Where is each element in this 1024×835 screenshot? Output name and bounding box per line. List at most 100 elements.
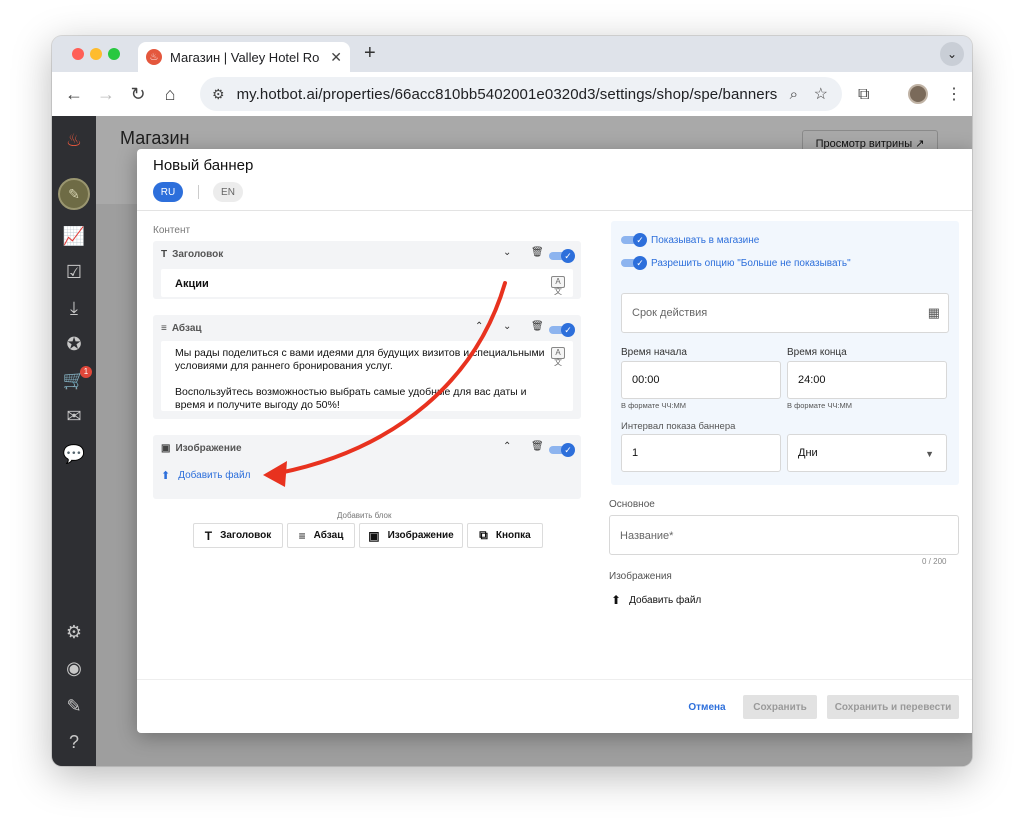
heading-block-header: T Заголовок xyxy=(161,249,223,260)
address-bar[interactable]: ⚙ my.hotbot.ai/properties/66acc810bb5402… xyxy=(200,77,842,111)
hotel-avatar[interactable]: ✎ xyxy=(58,178,90,210)
back-arrow-icon[interactable]: ← xyxy=(58,84,90,105)
settings-gear-icon[interactable]: ⚙ xyxy=(62,620,86,644)
browser-window: ♨ Магазин | Valley Hotel Rosa K ✕ + ⌄ ← … xyxy=(52,36,972,766)
tasks-check-icon[interactable]: ☑ xyxy=(62,260,86,284)
app-sidebar: ♨ ✎ 📈 ☑ ⤓ ✪ 🛒 1 ✉ 💬 ⚙ ◉ ✎ ? xyxy=(52,116,96,766)
browser-tab[interactable]: ♨ Магазин | Valley Hotel Rosa K ✕ xyxy=(138,42,350,72)
cancel-button[interactable]: Отмена xyxy=(679,695,735,719)
add-file-link-label[interactable]: Добавить файл xyxy=(178,470,250,481)
image-block-label: Изображение xyxy=(175,443,242,454)
heading-enabled-toggle[interactable]: ✓ xyxy=(549,249,575,263)
add-file-link[interactable]: ⬆ Добавить файл xyxy=(161,469,250,482)
save-and-translate-button[interactable]: Сохранить и перевести xyxy=(827,695,959,719)
show-in-shop-label[interactable]: Показывать в магазине xyxy=(651,235,759,246)
external-link-icon: ⧉ xyxy=(479,528,488,542)
text-t-icon: T xyxy=(204,528,213,543)
translate-icon[interactable]: A文 xyxy=(551,347,565,367)
collapse-chevron-icon[interactable]: ⌄ xyxy=(503,247,511,258)
inbox-download-icon[interactable]: ⤓ xyxy=(62,296,86,320)
reload-icon[interactable]: ↻ xyxy=(122,84,154,105)
edit-pencil-icon[interactable]: ✎ xyxy=(62,694,86,718)
start-time-input[interactable]: 00:00 xyxy=(621,361,781,399)
allow-dont-show-toggle[interactable]: ✓ xyxy=(621,256,647,270)
save-button[interactable]: Сохранить xyxy=(743,695,817,719)
move-up-chevron-icon[interactable]: ⌃ xyxy=(475,321,483,332)
paragraph-textarea[interactable]: Мы рады поделиться с вами идеями для буд… xyxy=(161,341,573,411)
zoom-magnifier-icon[interactable]: ⌕ xyxy=(790,86,798,103)
allow-dont-show-row[interactable]: ✓ Разрешить опцию "Больше не показывать" xyxy=(621,256,851,270)
images-section-label: Изображения xyxy=(609,571,672,582)
allow-dont-show-label[interactable]: Разрешить опцию "Больше не показывать" xyxy=(651,258,851,269)
paragraph-lines-icon: ≡ xyxy=(161,323,167,334)
maximize-window-button[interactable] xyxy=(108,48,120,60)
forward-arrow-icon[interactable]: → xyxy=(90,84,122,105)
user-profile-icon[interactable]: ◉ xyxy=(62,656,86,680)
tab-bar: ♨ Магазин | Valley Hotel Rosa K ✕ + ⌄ xyxy=(52,36,972,72)
interval-unit-select[interactable]: Дни ▼ xyxy=(787,434,947,472)
chat-icon[interactable]: 💬 xyxy=(62,442,86,466)
heading-input[interactable]: Акции A文 xyxy=(161,269,573,297)
mail-icon[interactable]: ✉ xyxy=(62,404,86,428)
delete-trash-icon[interactable]: 🗑 xyxy=(531,321,544,332)
tab-title: Магазин | Valley Hotel Rosa K xyxy=(170,49,320,65)
validity-date-field[interactable]: Срок действия ▦ xyxy=(621,293,949,333)
close-window-button[interactable] xyxy=(72,48,84,60)
upload-icon: ⬆ xyxy=(611,593,622,607)
profile-avatar[interactable] xyxy=(908,84,928,104)
interval-input[interactable]: 1 xyxy=(621,434,781,472)
flame-logo-icon[interactable]: ♨ xyxy=(62,128,86,152)
interval-label: Интервал показа баннера xyxy=(621,421,736,432)
add-button-block-button[interactable]: ⧉ Кнопка xyxy=(467,523,543,548)
lang-tab-ru[interactable]: RU xyxy=(153,182,183,202)
paragraph-line-1: Мы рады поделиться с вами идеями для буд… xyxy=(175,347,545,372)
image-icon: ▣ xyxy=(368,528,380,543)
page-background: Магазин Просмотр витрины ↗ Новый баннер … xyxy=(96,116,972,766)
close-tab-icon[interactable]: ✕ xyxy=(330,49,342,66)
heading-block-label: Заголовок xyxy=(172,249,224,260)
modal-title: Новый баннер xyxy=(153,157,254,174)
validity-placeholder: Срок действия xyxy=(632,307,708,319)
add-image-button[interactable]: ▣ Изображение xyxy=(359,523,463,548)
url-text[interactable]: my.hotbot.ai/properties/66acc810bb540200… xyxy=(237,86,778,103)
add-image-file-button[interactable]: ⬆ Добавить файл xyxy=(611,593,701,607)
show-in-shop-toggle[interactable]: ✓ xyxy=(621,233,647,247)
collapse-chevron-icon[interactable]: ⌄ xyxy=(503,321,511,332)
name-char-counter: 0 / 200 xyxy=(922,557,947,566)
text-t-icon: T xyxy=(161,249,168,260)
site-info-icon[interactable]: ⚙ xyxy=(212,86,225,103)
end-time-hint: В формате ЧЧ:ММ xyxy=(787,401,852,410)
home-icon[interactable]: ⌂ xyxy=(154,84,186,105)
tab-search-chevron-icon[interactable]: ⌄ xyxy=(940,42,964,66)
delete-trash-icon[interactable]: 🗑 xyxy=(531,441,544,452)
delete-trash-icon[interactable]: 🗑 xyxy=(531,247,544,258)
add-paragraph-button[interactable]: ≡ Абзац xyxy=(287,523,355,548)
image-enabled-toggle[interactable]: ✓ xyxy=(549,443,575,457)
end-time-label: Время конца xyxy=(787,347,847,358)
calendar-icon[interactable]: ▦ xyxy=(928,305,940,321)
end-time-input[interactable]: 24:00 xyxy=(787,361,947,399)
paragraph-text[interactable]: Мы рады поделиться с вами идеями для буд… xyxy=(175,347,555,412)
translate-icon[interactable]: A文 xyxy=(551,276,565,296)
paragraph-enabled-toggle[interactable]: ✓ xyxy=(549,323,575,337)
image-block: ▣ Изображение ⌃ 🗑 ✓ ⬆ Добавить файл xyxy=(153,435,581,499)
move-up-chevron-icon[interactable]: ⌃ xyxy=(503,441,511,452)
heading-value[interactable]: Акции xyxy=(175,278,209,290)
name-input[interactable]: Название* xyxy=(609,515,959,555)
add-heading-button[interactable]: T Заголовок xyxy=(193,523,283,548)
extensions-puzzle-icon[interactable]: ⧉ xyxy=(858,86,869,104)
browser-toolbar: ← → ↻ ⌂ ⚙ my.hotbot.ai/properties/66acc8… xyxy=(52,72,972,116)
cart-badge: 1 xyxy=(80,366,92,378)
flame-favicon-icon: ♨ xyxy=(146,49,162,65)
lang-separator xyxy=(198,185,199,199)
help-question-icon[interactable]: ? xyxy=(62,730,86,754)
analytics-chart-icon[interactable]: 📈 xyxy=(62,224,86,248)
show-in-shop-row[interactable]: ✓ Показывать в магазине xyxy=(621,233,759,247)
new-tab-plus-icon[interactable]: + xyxy=(364,42,376,65)
browser-menu-icon[interactable]: ⋮ xyxy=(946,84,962,104)
minimize-window-button[interactable] xyxy=(90,48,102,60)
footer-divider xyxy=(137,679,972,680)
reviews-star-icon[interactable]: ✪ xyxy=(62,332,86,356)
lang-tab-en[interactable]: EN xyxy=(213,182,243,202)
bookmark-star-icon[interactable]: ☆ xyxy=(814,84,828,104)
